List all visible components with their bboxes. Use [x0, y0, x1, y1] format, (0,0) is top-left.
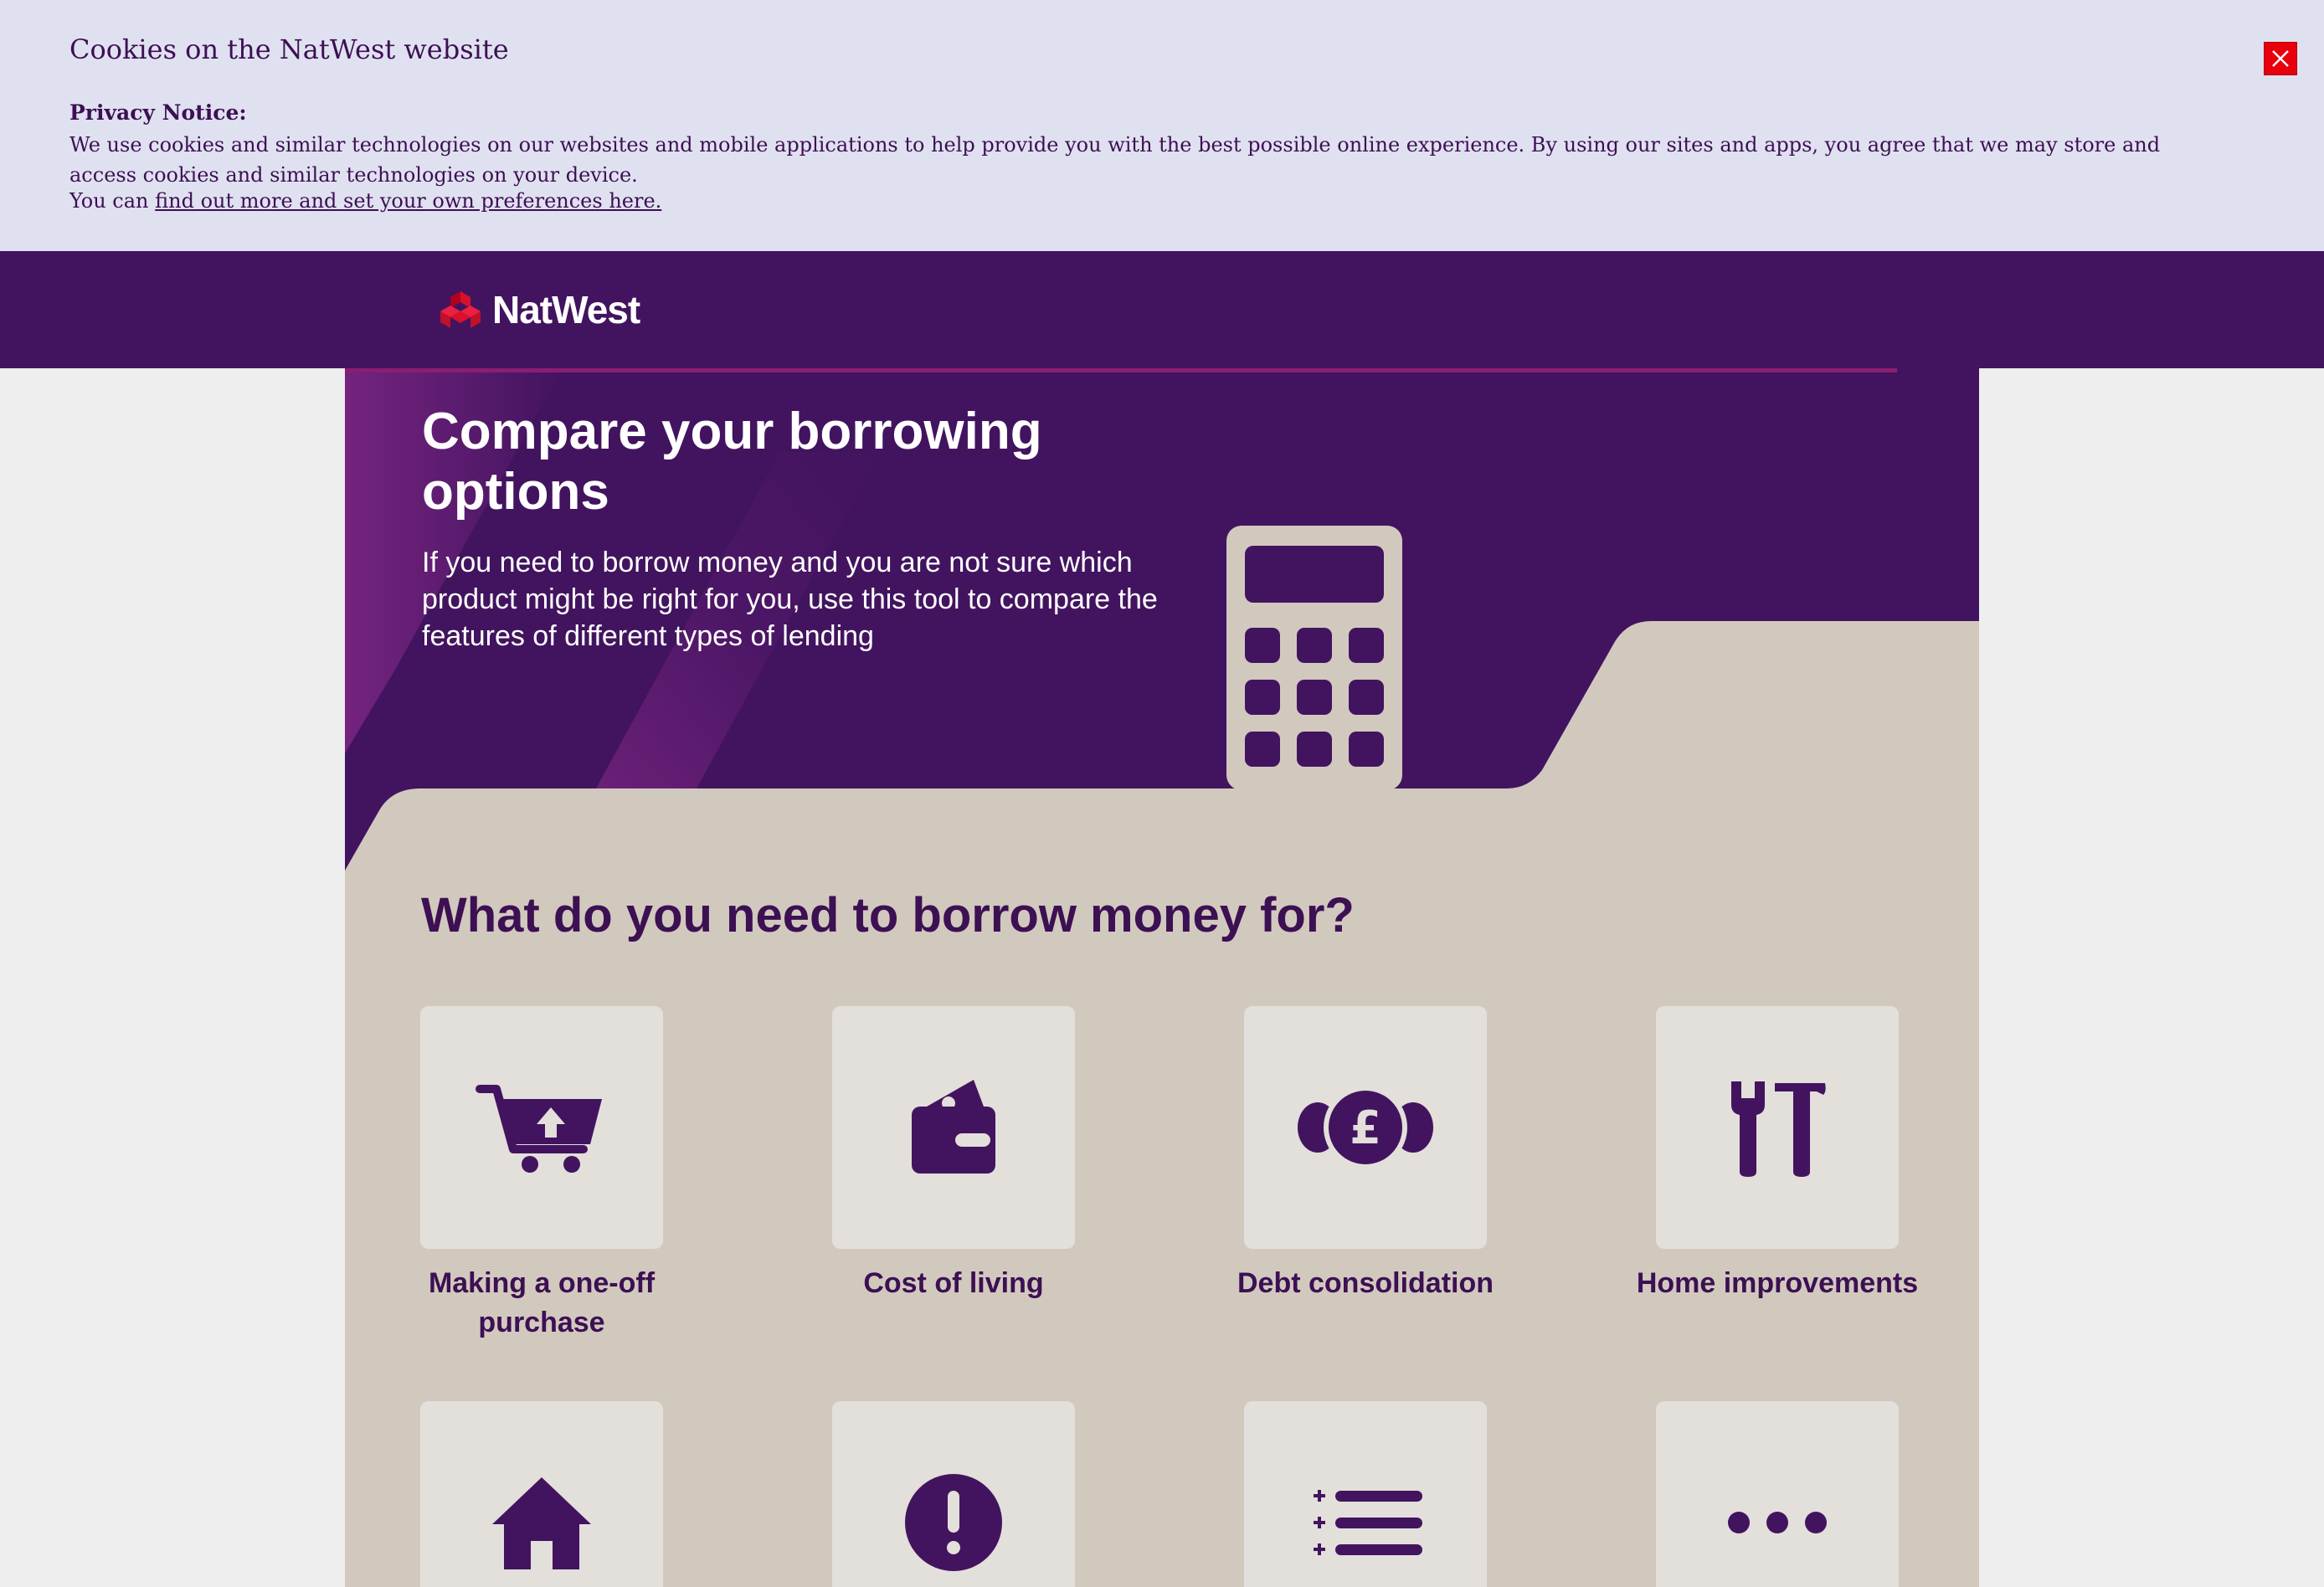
section-heading: What do you need to borrow money for? [421, 888, 1355, 942]
option-one-off-purchase[interactable] [420, 1006, 663, 1249]
list-icon [1314, 1490, 1422, 1555]
tools-icon [1731, 1081, 1826, 1177]
hero-subtitle: If you need to borrow money and you are … [422, 547, 1158, 652]
borrowing-tool-card: Compare your borrowing options If you ne… [345, 368, 1979, 1587]
cookie-banner: Cookies on the NatWest website Privacy N… [0, 0, 2324, 251]
cookie-close-button[interactable] [2264, 42, 2297, 75]
natwest-cubes-icon [440, 291, 481, 328]
shopping-cart-icon [476, 1085, 602, 1173]
svg-text:£: £ [1350, 1102, 1381, 1154]
option-debt-consolidation[interactable]: £ [1244, 1006, 1487, 1249]
privacy-notice-label: Privacy Notice: [69, 100, 247, 125]
wallet-icon [912, 1080, 995, 1174]
cookie-banner-text: We use cookies and similar technologies … [69, 133, 2161, 187]
option-label: Cost of living [863, 1267, 1044, 1299]
hero-title: Compare your borrowing options [422, 403, 1042, 521]
hero-divider [345, 368, 1897, 372]
calculator-icon [1226, 526, 1402, 790]
option-more[interactable] [1656, 1401, 1899, 1587]
option-emergency[interactable] [832, 1401, 1075, 1587]
site-header [0, 251, 2324, 368]
option-label: Debt consolidation [1237, 1267, 1494, 1299]
more-icon [1728, 1512, 1827, 1533]
logo-text: NatWest [492, 288, 640, 331]
cookie-preferences-line: You can find out more and set your own p… [69, 189, 661, 213]
cookie-preferences-link[interactable]: find out more and set your own preferenc… [155, 189, 661, 213]
close-icon [2272, 50, 2289, 67]
natwest-logo[interactable]: NatWest [439, 285, 640, 335]
option-list[interactable] [1244, 1401, 1487, 1587]
option-label: Making a one-off purchase [428, 1267, 656, 1338]
option-cost-of-living[interactable] [832, 1006, 1075, 1249]
exclamation-icon [905, 1474, 1002, 1571]
cookie-banner-title: Cookies on the NatWest website [69, 33, 509, 65]
option-home-improvements[interactable] [1656, 1006, 1899, 1249]
house-icon [492, 1477, 591, 1569]
option-label: Home improvements [1636, 1267, 1919, 1299]
cookie-link-prefix: You can [69, 189, 156, 213]
pound-coins-icon: £ [1298, 1086, 1433, 1169]
option-home[interactable] [420, 1401, 663, 1587]
